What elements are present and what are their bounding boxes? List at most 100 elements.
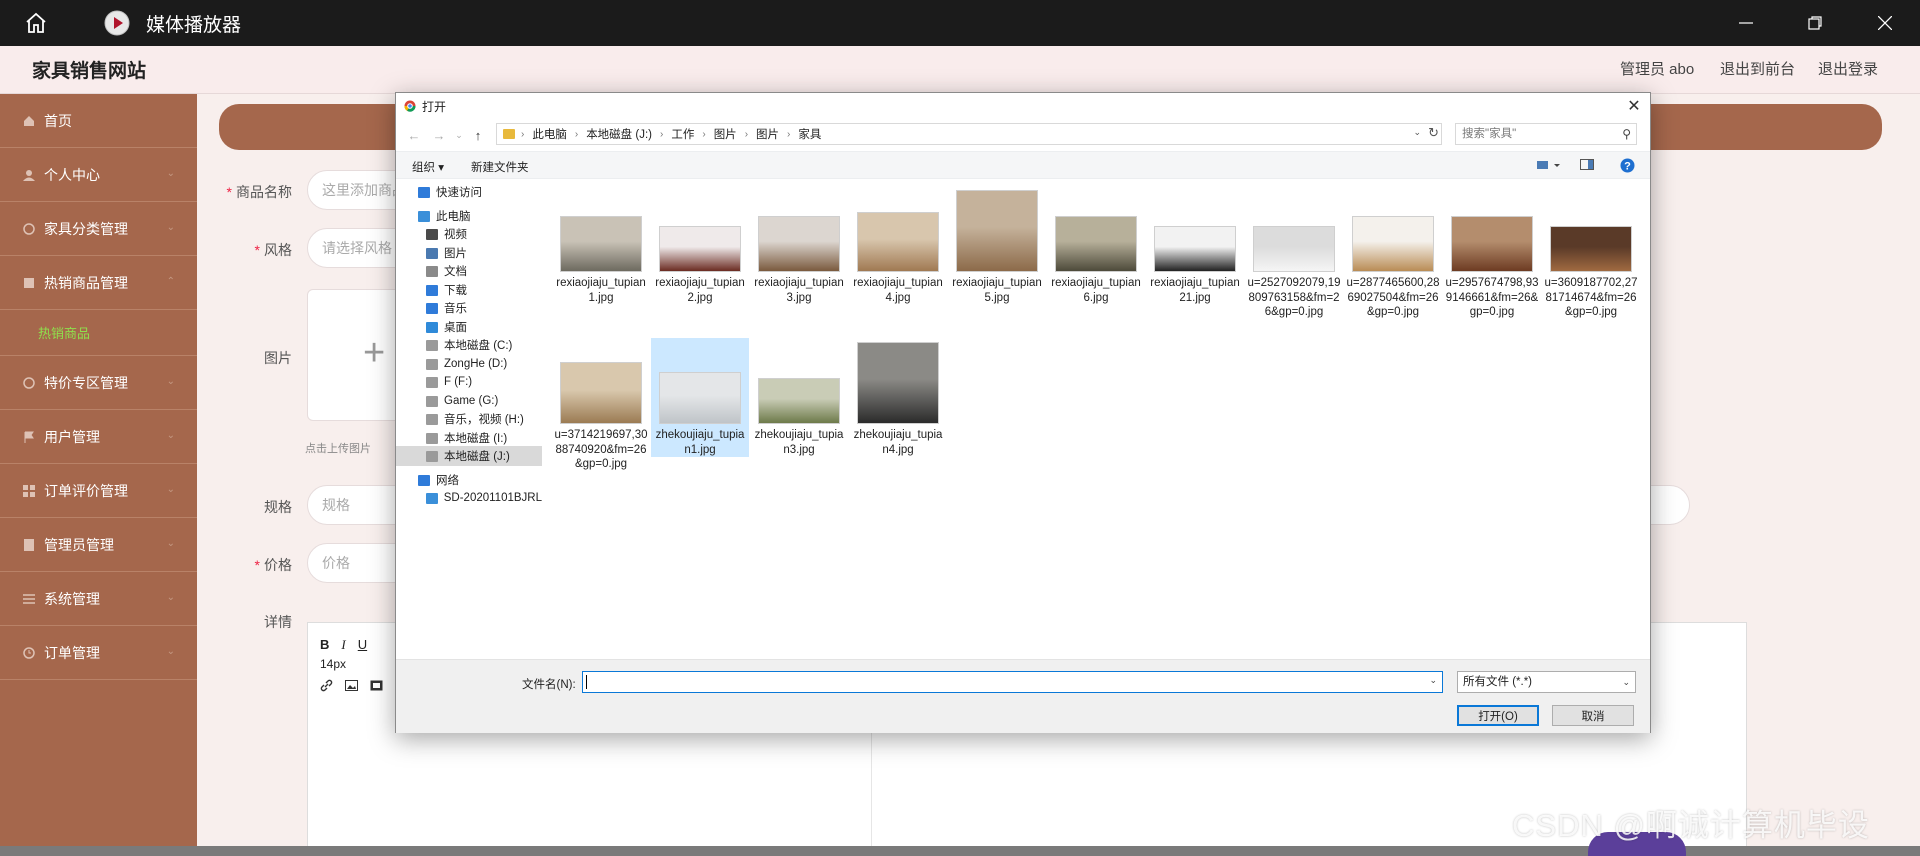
dialog-toolbar: 组织 ▾ 新建文件夹 ? — [396, 151, 1650, 179]
dialog-bottom: 文件名(N): ⌄ 所有文件 (*.*) ⌄ 打开(O) 取消 — [396, 659, 1650, 733]
bold-icon[interactable]: B — [320, 637, 329, 653]
nav-tree-item[interactable]: 音乐，视频 (H:) — [396, 409, 542, 429]
sidebar-item-profile[interactable]: 个人中心 ⌄ — [0, 148, 197, 202]
nav-tree-item[interactable]: ZongHe (D:) — [396, 354, 542, 374]
logout-link[interactable]: 退出登录 — [1818, 58, 1878, 79]
sidebar-item-users[interactable]: 用户管理 ⌄ — [0, 410, 197, 464]
file-name: u=2957674798,939146661&fm=26&gp=0.jpg — [1445, 277, 1539, 318]
font-size-select[interactable]: 14px — [320, 657, 346, 671]
nav-tree-item[interactable]: 本地磁盘 (I:) — [396, 428, 542, 448]
close-icon[interactable]: ✕ — [1624, 96, 1644, 116]
breadcrumb-item[interactable]: 家具 — [798, 126, 821, 142]
restore-icon[interactable] — [1780, 0, 1850, 46]
sidebar-item-label: 热销商品管理 — [44, 274, 128, 291]
filename-label: 文件名(N): — [522, 679, 576, 691]
breadcrumb-item[interactable]: 此电脑 — [532, 126, 567, 142]
nav-tree-item[interactable]: 网络 — [396, 470, 542, 490]
underline-icon[interactable]: U — [358, 637, 367, 653]
file-item[interactable]: u=2527092079,19809763158&fm=26&gp=0.jpg — [1245, 186, 1343, 320]
file-item[interactable]: zhekoujiaju_tupian1.jpg — [651, 338, 749, 457]
new-folder-button[interactable]: 新建文件夹 — [471, 159, 529, 175]
nav-tree-item[interactable]: 此电脑 — [396, 206, 542, 226]
file-item[interactable]: rexiaojiaju_tupian6.jpg — [1047, 186, 1145, 305]
breadcrumb-item[interactable]: 本地磁盘 (J:) — [586, 126, 652, 142]
breadcrumb-item[interactable]: 图片 — [714, 126, 737, 142]
nav-tree-item[interactable]: 文档 — [396, 261, 542, 281]
file-item[interactable]: rexiaojiaju_tupian21.jpg — [1146, 186, 1244, 305]
nav-tree-item[interactable]: 视频 — [396, 224, 542, 244]
video-icon[interactable] — [370, 679, 383, 695]
user-icon — [22, 168, 36, 182]
file-type-select[interactable]: 所有文件 (*.*) ⌄ — [1457, 671, 1636, 693]
nav-tree-item[interactable]: Game (G:) — [396, 391, 542, 411]
breadcrumb-item[interactable]: 工作 — [671, 126, 694, 142]
sidebar-item-order-reviews[interactable]: 订单评价管理 ⌄ — [0, 464, 197, 518]
image-label: 图片 — [264, 350, 292, 366]
file-item[interactable]: rexiaojiaju_tupian2.jpg — [651, 186, 749, 305]
image-thumbnail — [659, 372, 741, 424]
file-item[interactable]: u=2877465600,2869027504&fm=26&gp=0.jpg — [1344, 186, 1442, 320]
sidebar-item-admins[interactable]: 管理员管理 ⌄ — [0, 518, 197, 572]
file-item[interactable]: u=3609187702,2781714674&fm=26&gp=0.jpg — [1542, 186, 1640, 320]
nav-tree-item[interactable]: SD-20201101BJRL — [396, 488, 542, 508]
nav-tree-item[interactable]: F (F:) — [396, 372, 542, 392]
detail-label: 详情 — [264, 614, 292, 630]
back-to-front-link[interactable]: 退出到前台 — [1720, 58, 1795, 79]
file-item[interactable]: u=2957674798,939146661&fm=26&gp=0.jpg — [1443, 186, 1541, 320]
refresh-icon[interactable]: ↻ — [1428, 125, 1439, 141]
nav-tree-item[interactable]: 音乐 — [396, 298, 542, 318]
file-item[interactable]: rexiaojiaju_tupian4.jpg — [849, 186, 947, 305]
image-thumbnail — [1154, 226, 1236, 272]
file-item[interactable]: rexiaojiaju_tupian1.jpg — [552, 186, 650, 305]
chevron-down-icon[interactable]: ⌄ — [1429, 675, 1437, 686]
forward-arrow-icon[interactable]: → — [431, 127, 447, 143]
file-item[interactable]: u=3714219697,3088740920&fm=26&gp=0.jpg — [552, 338, 650, 472]
file-item[interactable]: rexiaojiaju_tupian5.jpg — [948, 186, 1046, 305]
image-icon[interactable] — [345, 679, 358, 695]
view-options-icon[interactable] — [1537, 158, 1561, 175]
nav-tree-item[interactable]: 快速访问 — [396, 182, 542, 202]
nav-tree-item[interactable]: 图片 — [396, 243, 542, 263]
file-name: zhekoujiaju_tupian4.jpg — [853, 429, 943, 456]
italic-icon[interactable]: I — [341, 637, 345, 653]
file-type-label: 所有文件 (*.*) — [1463, 676, 1532, 688]
plus-icon: + — [363, 332, 386, 374]
search-input[interactable]: 搜索"家具" ⚲ — [1455, 123, 1637, 145]
nav-tree-item[interactable]: 本地磁盘 (J:) — [396, 446, 542, 466]
file-item[interactable]: zhekoujiaju_tupian3.jpg — [750, 338, 848, 457]
link-icon[interactable] — [320, 679, 333, 695]
sidebar-item-home[interactable]: 首页 — [0, 94, 197, 148]
nav-tree-item[interactable]: 下载 — [396, 280, 542, 300]
file-name: rexiaojiaju_tupian2.jpg — [655, 277, 745, 304]
close-icon[interactable] — [1850, 0, 1920, 46]
submenu-hot-products[interactable]: 热销商品 — [0, 310, 197, 356]
book-icon — [22, 538, 36, 552]
back-arrow-icon[interactable]: ← — [406, 127, 422, 143]
image-thumbnail — [1550, 226, 1632, 272]
address-bar[interactable]: › 此电脑 › 本地磁盘 (J:) › 工作 › 图片 › 图片 › 家具 ⌄ ↻ — [496, 123, 1442, 145]
preview-pane-icon[interactable] — [1580, 158, 1594, 175]
nav-tree-item[interactable]: 桌面 — [396, 317, 542, 337]
file-item[interactable]: rexiaojiaju_tupian3.jpg — [750, 186, 848, 305]
breadcrumb-item[interactable]: 图片 — [756, 126, 779, 142]
up-arrow-icon[interactable]: ↑ — [470, 127, 486, 143]
category-icon — [22, 222, 36, 236]
folder-icon — [503, 129, 515, 139]
recent-dropdown-icon[interactable]: ⌄ — [451, 127, 467, 143]
sidebar-item-system[interactable]: 系统管理 ⌄ — [0, 572, 197, 626]
organize-button[interactable]: 组织 ▾ — [412, 159, 444, 175]
minimize-icon[interactable] — [1711, 0, 1781, 46]
sidebar-item-hot-products[interactable]: 热销商品管理 ⌃ — [0, 256, 197, 310]
nav-tree-item[interactable]: 本地磁盘 (C:) — [396, 335, 542, 355]
cancel-button[interactable]: 取消 — [1552, 705, 1634, 726]
file-item[interactable]: zhekoujiaju_tupian4.jpg — [849, 338, 947, 457]
sidebar-item-orders[interactable]: 订单管理 ⌄ — [0, 626, 197, 680]
help-icon[interactable]: ? — [1620, 158, 1635, 176]
filename-input[interactable]: ⌄ — [582, 671, 1443, 693]
chevron-down-icon[interactable]: ⌄ — [1413, 127, 1421, 138]
open-button[interactable]: 打开(O) — [1457, 705, 1539, 726]
navigation-pane: 快速访问此电脑 视频 图片 文档 下载 音乐 桌面 本地磁盘 (C:) ZongHe (D:) F… — [396, 180, 542, 646]
sidebar-item-category[interactable]: 家具分类管理 ⌄ — [0, 202, 197, 256]
sidebar-item-special-offers[interactable]: 特价专区管理 ⌄ — [0, 356, 197, 410]
home-icon[interactable] — [18, 5, 54, 41]
